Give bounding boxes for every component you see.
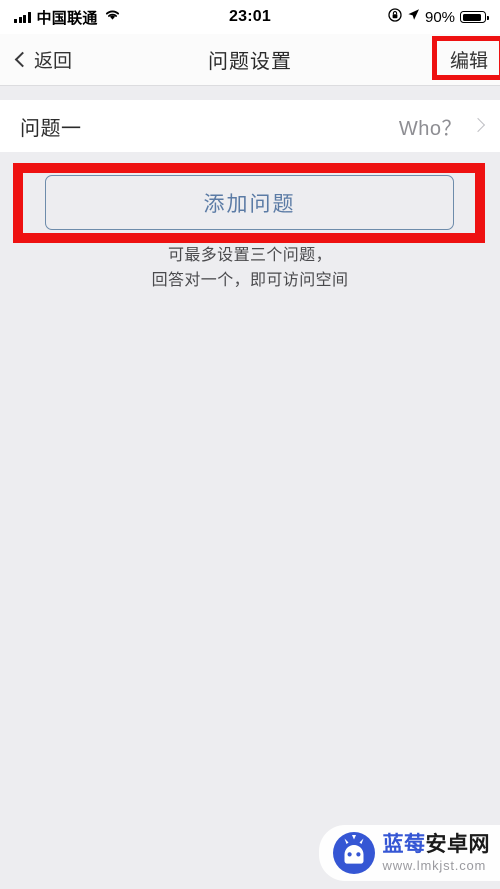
hint-text: 可最多设置三个问题， 回答对一个，即可访问空间	[0, 244, 500, 294]
status-bar-center: 23:01	[229, 8, 271, 26]
status-time: 23:01	[229, 8, 271, 25]
back-button[interactable]: 返回	[0, 46, 254, 73]
watermark-brand: 蓝莓安卓网	[383, 834, 491, 855]
add-question-button-wrap: 添加问题	[45, 175, 454, 230]
status-bar: 中国联通 23:01 90%	[0, 0, 500, 34]
status-bar-right: 90%	[271, 7, 489, 27]
back-button-label: 返回	[34, 51, 73, 72]
status-bar-left: 中国联通	[14, 7, 229, 28]
question-row-1[interactable]: 问题一 Who？	[0, 100, 500, 152]
phone-screen: 中国联通 23:01 90% 返回 问题设置 编辑 问题一 Who？ 添加问题 …	[0, 0, 500, 889]
navigation-bar-right: 编辑	[254, 44, 500, 75]
question-row-label: 问题一	[20, 117, 82, 140]
chevron-right-icon	[472, 119, 486, 133]
question-row-value: Who？	[398, 117, 462, 140]
navigation-bar: 返回 问题设置 编辑	[0, 34, 500, 86]
watermark-brand-blue: 蓝莓	[382, 833, 426, 856]
carrier-label: 中国联通	[36, 9, 98, 27]
hint-line-1: 可最多设置三个问题，	[167, 247, 332, 264]
location-arrow-icon	[407, 8, 420, 26]
add-question-button[interactable]: 添加问题	[45, 175, 454, 230]
chevron-left-icon	[14, 54, 26, 66]
edit-button[interactable]: 编辑	[444, 44, 494, 75]
wifi-icon	[104, 8, 121, 26]
watermark-text: 蓝莓安卓网 www.lmkjst.com	[383, 834, 491, 872]
android-robot-logo-icon	[332, 832, 375, 874]
watermark: 蓝莓安卓网 www.lmkjst.com	[318, 825, 500, 881]
hint-line-2: 回答对一个，即可访问空间	[151, 271, 349, 289]
question-list-card: 问题一 Who？	[0, 100, 500, 152]
battery-icon	[460, 11, 489, 23]
rotation-lock-icon	[388, 7, 402, 27]
battery-percent-label: 90%	[424, 8, 456, 26]
watermark-url: www.lmkjst.com	[382, 858, 487, 873]
watermark-brand-dark: 安卓网	[425, 833, 490, 856]
signal-bars-icon	[14, 11, 31, 23]
